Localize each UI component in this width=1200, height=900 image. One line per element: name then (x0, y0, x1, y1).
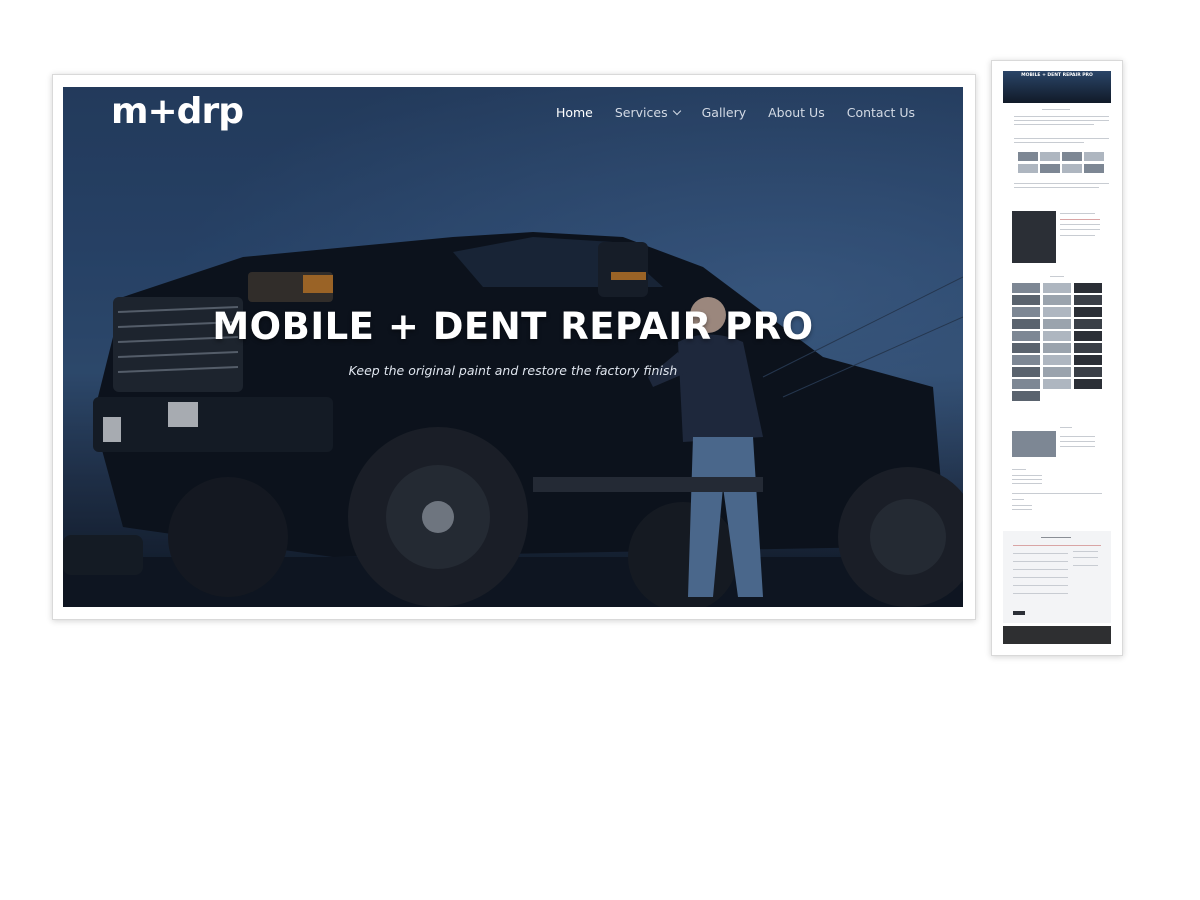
hero-title: MOBILE + DENT REPAIR PRO (212, 305, 814, 348)
thumbnail-text-line (1014, 142, 1084, 143)
thumbnail-gallery-image (1012, 379, 1040, 389)
thumbnail-heading (1060, 427, 1072, 428)
thumbnail-image (1084, 152, 1104, 161)
thumbnail-image (1062, 152, 1082, 161)
nav-item-label: About Us (768, 105, 825, 120)
thumbnail-text-line (1014, 138, 1109, 139)
thumbnail-text-line (1014, 183, 1109, 184)
thumbnail-text-line (1012, 479, 1042, 480)
thumbnail-hero: MOBILE + DENT REPAIR PRO (1003, 71, 1111, 103)
thumbnail-image (1012, 211, 1056, 263)
thumbnail-text-line (1060, 224, 1100, 225)
thumbnail-gallery-image (1012, 367, 1040, 377)
thumbnail-gallery-image (1012, 355, 1040, 365)
thumbnail-text-line (1060, 229, 1100, 230)
thumbnail-gallery-image (1074, 379, 1102, 389)
desktop-preview-card: m+drp Home Services Gallery About Us Con… (52, 74, 976, 620)
chevron-down-icon (672, 106, 681, 116)
thumbnail-image (1018, 164, 1038, 173)
nav-item-home[interactable]: Home (556, 105, 593, 120)
thumbnail-text-line (1012, 483, 1042, 484)
thumbnail-gallery-image (1074, 355, 1102, 365)
thumbnail-text-line (1013, 593, 1068, 594)
thumbnail-gallery-image (1043, 319, 1071, 329)
thumbnail-text-line (1060, 441, 1095, 442)
nav-item-label: Services (614, 105, 668, 120)
thumbnail-gallery-image (1012, 307, 1040, 317)
thumbnail-gallery-image (1012, 283, 1040, 293)
nav-item-services[interactable]: Services (614, 105, 681, 120)
thumbnail-text-line (1012, 475, 1042, 476)
thumbnail-text-line (1014, 187, 1099, 188)
thumbnail-gallery-image (1074, 283, 1102, 293)
thumbnail-text-line (1013, 561, 1068, 562)
nav-item-contact-us[interactable]: Contact Us (847, 105, 915, 120)
thumbnail-gallery-image (1043, 307, 1071, 317)
thumbnail-image (1084, 164, 1104, 173)
thumbnail-submit-button (1013, 611, 1025, 615)
thumbnail-footer (1003, 626, 1111, 644)
thumbnail-gallery-image (1074, 367, 1102, 377)
thumbnail-heading (1012, 469, 1026, 470)
thumbnail-image (1012, 431, 1056, 457)
thumbnail-text-line (1060, 219, 1100, 220)
nav-item-label: Gallery (701, 105, 747, 120)
thumbnail-text-line (1013, 545, 1101, 546)
nav-item-label: Home (555, 105, 593, 120)
nav-item-label: Contact Us (846, 105, 915, 120)
thumbnail-image (1062, 164, 1082, 173)
thumbnail-heading (1041, 537, 1071, 538)
thumbnail-text-line (1060, 235, 1095, 236)
nav-item-about-us[interactable]: About Us (768, 105, 825, 120)
thumbnail-image (1040, 152, 1060, 161)
thumbnail-text-line (1012, 493, 1102, 494)
thumbnail-gallery-image (1043, 283, 1071, 293)
main-nav: Home Services Gallery About Us Contact U… (556, 105, 915, 120)
thumbnail-gallery-image (1043, 355, 1071, 365)
thumbnail-gallery-image (1074, 331, 1102, 341)
thumbnail-appointment-form (1003, 531, 1111, 623)
thumbnail-image (1018, 152, 1038, 161)
thumbnail-gallery-image (1043, 331, 1071, 341)
thumbnail-gallery-image (1012, 391, 1040, 401)
thumbnail-text-line (1013, 585, 1068, 586)
thumbnail-gallery-image (1043, 295, 1071, 305)
thumbnail-text-line (1013, 577, 1068, 578)
thumbnail-gallery-image (1074, 343, 1102, 353)
thumbnail-hero-title: MOBILE + DENT REPAIR PRO (1021, 73, 1093, 78)
thumbnail-text-line (1014, 124, 1094, 125)
thumbnail-text-line (1012, 509, 1032, 510)
thumbnail-text-line (1013, 569, 1068, 570)
full-page-thumbnail[interactable]: MOBILE + DENT REPAIR PRO (991, 60, 1123, 656)
thumbnail-text-line (1012, 505, 1032, 506)
thumbnail-gallery-image (1043, 379, 1071, 389)
thumbnail-gallery-image (1012, 331, 1040, 341)
thumbnail-gallery-image (1074, 295, 1102, 305)
thumbnail-text-line (1060, 446, 1095, 447)
thumbnail-text-line (1073, 557, 1098, 558)
thumbnail-heading (1042, 109, 1070, 110)
thumbnail-heading (1060, 213, 1095, 214)
nav-item-gallery[interactable]: Gallery (702, 105, 747, 120)
thumbnail-gallery-image (1012, 319, 1040, 329)
thumbnail-heading (1012, 499, 1024, 500)
thumbnail-image (1040, 164, 1060, 173)
thumbnail-gallery-image (1043, 343, 1071, 353)
hero-section: m+drp Home Services Gallery About Us Con… (63, 87, 963, 607)
thumbnail-text-line (1073, 565, 1098, 566)
hero-subtitle: Keep the original paint and restore the … (348, 363, 678, 378)
thumbnail-heading (1050, 276, 1064, 277)
thumbnail-gallery-image (1012, 295, 1040, 305)
thumbnail-text-line (1014, 116, 1109, 117)
thumbnail-text-line (1073, 551, 1098, 552)
thumbnail-gallery-image (1074, 319, 1102, 329)
thumbnail-text-line (1014, 120, 1109, 121)
site-logo[interactable]: m+drp (111, 91, 244, 132)
thumbnail-text-line (1013, 553, 1068, 554)
thumbnail-gallery-image (1012, 343, 1040, 353)
thumbnail-text-line (1060, 436, 1095, 437)
thumbnail-gallery-image (1074, 307, 1102, 317)
thumbnail-gallery-image (1043, 367, 1071, 377)
